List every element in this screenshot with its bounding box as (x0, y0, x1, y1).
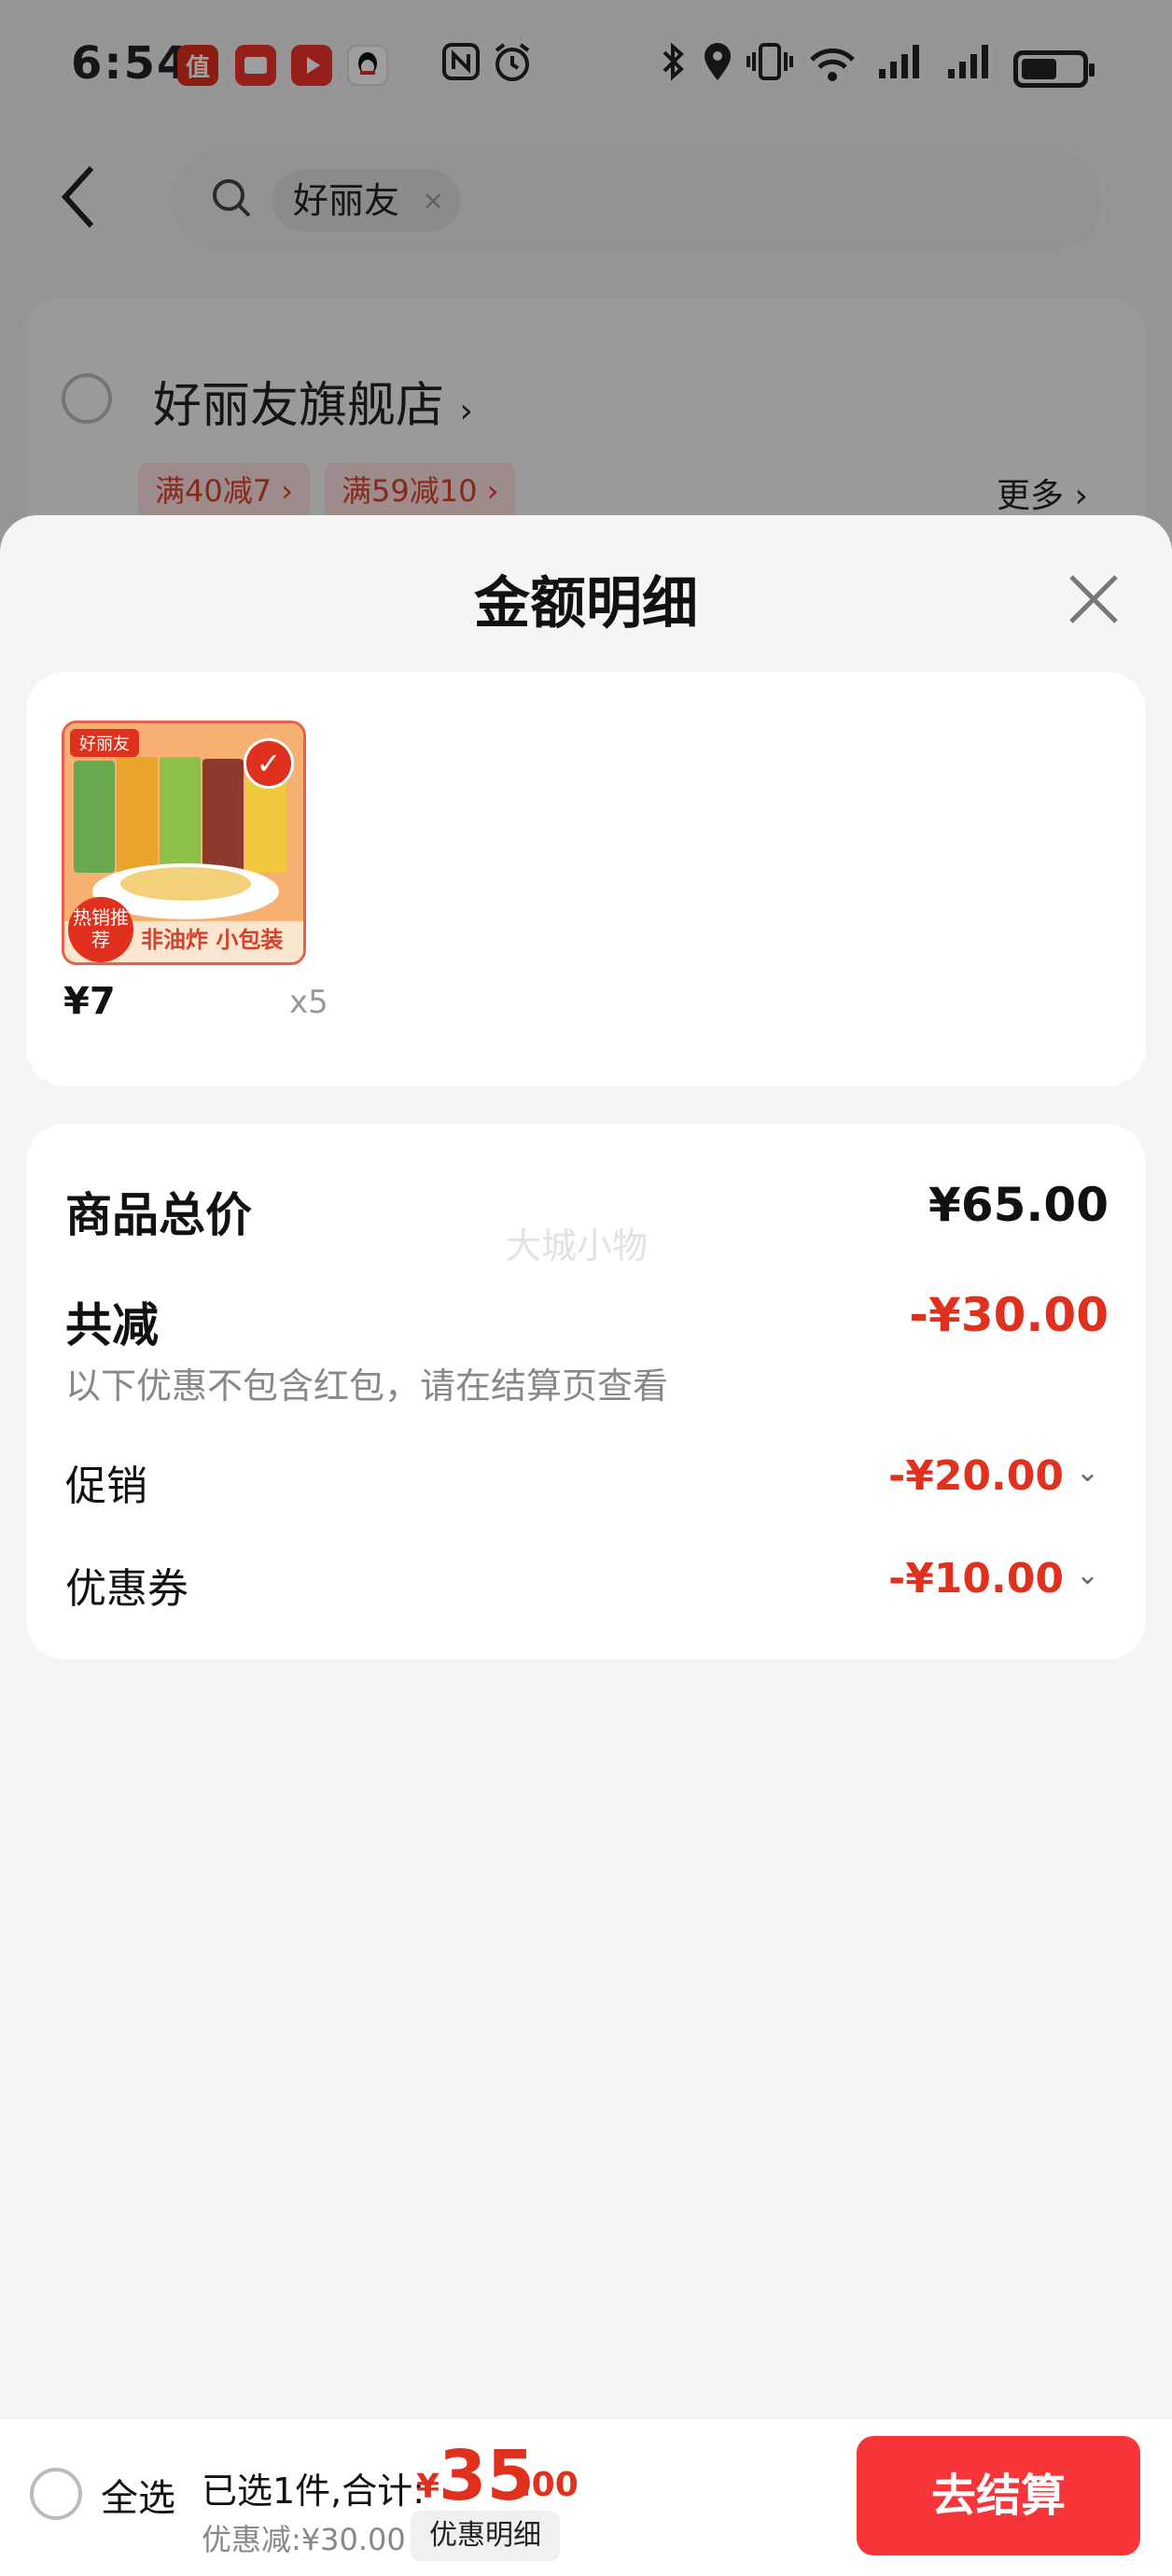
total-price-value: ¥65.00 (928, 1178, 1109, 1232)
price-summary-card: 大城小物 商品总价 ¥65.00 共减 -¥30.00 以下优惠不包含红包，请在… (26, 1124, 1146, 1659)
product-brand-label: 好丽友 (70, 729, 139, 757)
selected-count-text: 已选1件,合计: (202, 2471, 426, 2512)
coupon-chevron-down-icon[interactable]: ⌄ (1076, 1559, 1099, 1591)
selected-check-icon[interactable]: ✓ (244, 738, 294, 789)
checkout-button[interactable]: 去结算 (857, 2436, 1140, 2555)
total-amount-decimal: .00 (519, 2466, 579, 2504)
sheet-title: 金额明细 (474, 571, 698, 637)
discount-note: 以下优惠不包含红包，请在结算页查看 (65, 1365, 669, 1407)
total-currency: ¥ (416, 2468, 440, 2506)
promotion-label: 促销 (65, 1463, 147, 1510)
product-price: ¥7 (63, 980, 116, 1023)
watermark: 大城小物 (506, 1225, 649, 1267)
coupon-label: 优惠券 (65, 1565, 188, 1613)
total-price-label: 商品总价 (65, 1188, 252, 1242)
product-caption: 非油炸 小包装 (141, 927, 284, 953)
discount-detail-button[interactable]: 优惠明细 (411, 2511, 560, 2561)
select-all-checkbox[interactable] (30, 2468, 82, 2520)
discount-amount-text: 优惠减:¥30.00 (202, 2522, 406, 2557)
total-discount-label: 共减 (65, 1298, 159, 1352)
promotion-chevron-down-icon[interactable]: ⌄ (1076, 1456, 1099, 1489)
hot-sale-badge: 热销推荐 (68, 897, 133, 962)
amount-detail-sheet: 金额明细 好丽友 ✓ 热销推荐 非油炸 小包装 ¥7 x5 大城小物 商品总价 (0, 515, 1172, 2576)
product-thumbnail[interactable]: 好丽友 ✓ 热销推荐 非油炸 小包装 (62, 721, 306, 965)
total-discount-value: -¥30.00 (909, 1288, 1109, 1342)
product-quantity: x5 (289, 984, 328, 1021)
promotion-value[interactable]: -¥20.00 (888, 1452, 1064, 1500)
checkout-bar: 全选 已选1件,合计: ¥ 35 .00 优惠减:¥30.00 优惠明细 去结算 (0, 2419, 1172, 2576)
product-card: 好丽友 ✓ 热销推荐 非油炸 小包装 ¥7 x5 (26, 672, 1146, 1086)
coupon-value[interactable]: -¥10.00 (888, 1555, 1064, 1603)
select-all-label[interactable]: 全选 (101, 2468, 175, 2522)
close-icon[interactable] (1060, 566, 1127, 633)
